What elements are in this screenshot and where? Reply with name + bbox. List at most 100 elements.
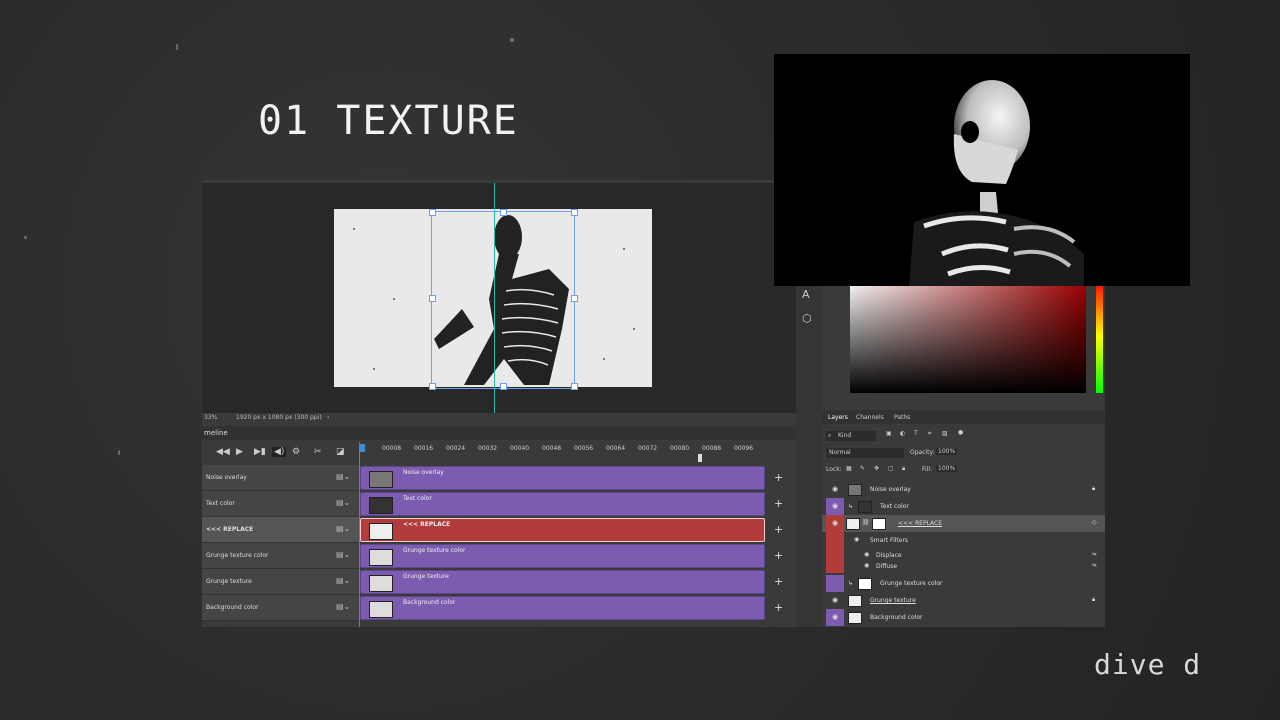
- character-icon[interactable]: A: [802, 288, 810, 301]
- transform-handle[interactable]: [500, 383, 507, 390]
- transform-handle[interactable]: [500, 209, 507, 216]
- visibility-eye-icon[interactable]: ◉: [864, 562, 869, 569]
- visibility-eye-icon[interactable]: ◉: [826, 515, 844, 532]
- add-media-icon[interactable]: +: [774, 575, 783, 588]
- transform-handle[interactable]: [571, 383, 578, 390]
- filter-type-icon[interactable]: T: [914, 430, 918, 437]
- timeline-panel-tab[interactable]: meline: [204, 426, 228, 440]
- add-media-icon[interactable]: +: [774, 523, 783, 536]
- visibility-eye-icon[interactable]: ◉: [826, 592, 844, 609]
- filter-row[interactable]: ◉ Diffuse ≒: [822, 558, 1105, 575]
- track-header[interactable]: Noise overlay ▤⌄: [202, 465, 360, 491]
- hue-slider[interactable]: [1096, 280, 1103, 393]
- color-picker-field[interactable]: [850, 280, 1086, 393]
- visibility-eye-icon[interactable]: ◉: [854, 536, 859, 543]
- lock-artboard-icon[interactable]: ▢: [888, 465, 894, 472]
- track-header[interactable]: Grunge texture ▤⌄: [202, 569, 360, 595]
- transform-handle[interactable]: [571, 295, 578, 302]
- transition-icon[interactable]: ◪: [336, 447, 345, 457]
- add-media-icon[interactable]: +: [774, 471, 783, 484]
- layer-row[interactable]: ↳ Grunge texture color: [822, 575, 1105, 592]
- timeline-clip[interactable]: Grunge texture: [360, 570, 765, 594]
- film-strip-icon[interactable]: ▤⌄: [336, 498, 350, 507]
- blend-opacity-row: Normal Opacity: 100%: [822, 445, 1105, 461]
- timeline-clip[interactable]: Noise overlay: [360, 466, 765, 490]
- timeline-clip[interactable]: Background color: [360, 596, 765, 620]
- film-strip-icon[interactable]: ▤⌄: [336, 472, 350, 481]
- background-speck: [24, 236, 27, 239]
- filter-options-icon[interactable]: ≒: [1092, 551, 1097, 558]
- canvas-guide-line[interactable]: [494, 183, 495, 418]
- filter-kind-select[interactable]: ⌕ Kind: [826, 431, 876, 441]
- visibility-eye-icon[interactable]: ◉: [826, 481, 844, 498]
- smart-object-icon: ◇: [1092, 519, 1097, 526]
- audio-icon[interactable]: ◀): [272, 447, 287, 457]
- layer-row[interactable]: ◉ ↳ Text color: [822, 498, 1105, 515]
- filter-pixel-icon[interactable]: ▣: [886, 430, 892, 437]
- filter-toggle-icon[interactable]: ●: [958, 429, 963, 436]
- skeleton-render: [909, 80, 1084, 286]
- lock-pixels-icon[interactable]: ▦: [846, 465, 852, 472]
- lock-position-icon[interactable]: ✥: [874, 465, 879, 472]
- track-header[interactable]: Text color ▤⌄: [202, 491, 360, 517]
- track-header[interactable]: Grunge texture color ▤⌄: [202, 543, 360, 569]
- fill-input[interactable]: 100%: [936, 465, 958, 472]
- next-frame-icon[interactable]: ▶▮: [254, 447, 266, 457]
- timeline-track: Grunge texture color ▤⌄ Grunge texture c…: [202, 543, 796, 569]
- add-media-icon[interactable]: +: [774, 549, 783, 562]
- layer-name: Background color: [870, 614, 923, 621]
- layer-row-selected[interactable]: ◉ ⛓ <<< REPLACE ◇: [822, 515, 1105, 532]
- play-icon[interactable]: ▶: [236, 447, 243, 457]
- timeline-clip[interactable]: Text color: [360, 492, 765, 516]
- timeline-clip-selected[interactable]: <<< REPLACE: [360, 518, 765, 542]
- canvas-status-bar: 33% 1920 px x 1080 px (300 ppi) ›: [202, 413, 796, 423]
- transform-handle[interactable]: [429, 295, 436, 302]
- clipping-mask-icon: ↳: [848, 503, 854, 510]
- layer-row[interactable]: ◉ Noise overlay 🔒︎: [822, 481, 1105, 498]
- visibility-eye-icon[interactable]: ◉: [826, 498, 844, 515]
- transform-handle[interactable]: [429, 209, 436, 216]
- lock-brush-icon[interactable]: ✎: [860, 465, 865, 472]
- track-header[interactable]: Background color ▤⌄: [202, 595, 360, 621]
- opacity-label: Opacity:: [910, 449, 935, 456]
- film-strip-icon[interactable]: ▤⌄: [336, 524, 350, 533]
- film-strip-icon[interactable]: ▤⌄: [336, 576, 350, 585]
- opacity-input[interactable]: 100%: [936, 448, 958, 455]
- timeline-ruler[interactable]: 00008 00016 00024 00032 00040 00048 0005…: [360, 442, 796, 464]
- chevron-right-icon[interactable]: ›: [327, 413, 329, 423]
- playhead-line[interactable]: [359, 442, 360, 627]
- transform-bounding-box[interactable]: [431, 211, 575, 389]
- canvas-area[interactable]: [202, 183, 796, 418]
- visibility-eye-icon[interactable]: ◉: [826, 609, 844, 626]
- filter-adjustment-icon[interactable]: ◐: [900, 430, 905, 437]
- tab-channels[interactable]: Channels: [856, 414, 884, 421]
- playhead-handle[interactable]: [360, 444, 365, 452]
- visibility-eye-icon[interactable]: [826, 575, 844, 592]
- settings-gear-icon[interactable]: ⚙: [292, 447, 300, 457]
- zoom-level[interactable]: 33%: [204, 413, 217, 423]
- ruler-tick: 00096: [734, 445, 754, 452]
- visibility-eye-icon[interactable]: ◉: [864, 551, 869, 558]
- work-area-end-handle[interactable]: [698, 454, 702, 462]
- layer-row[interactable]: ◉ Grunge texture 🔒︎: [822, 592, 1105, 609]
- timeline-clip[interactable]: Grunge texture color: [360, 544, 765, 568]
- add-media-icon[interactable]: +: [774, 601, 783, 614]
- ruler-tick: 00056: [574, 445, 594, 452]
- lock-all-icon[interactable]: 🔒︎: [902, 465, 905, 473]
- tab-paths[interactable]: Paths: [894, 414, 910, 421]
- 3d-cube-icon[interactable]: ⬡: [802, 312, 812, 325]
- film-strip-icon[interactable]: ▤⌄: [336, 550, 350, 559]
- transform-handle[interactable]: [571, 209, 578, 216]
- layer-row[interactable]: ◉ Background color: [822, 609, 1105, 626]
- track-header[interactable]: <<< REPLACE ▤⌄: [202, 517, 360, 543]
- scissors-icon[interactable]: ✂: [314, 447, 322, 457]
- blend-mode-select[interactable]: Normal: [826, 448, 904, 458]
- tab-layers[interactable]: Layers: [828, 414, 848, 421]
- filter-shape-icon[interactable]: ⌗: [928, 430, 931, 438]
- add-media-icon[interactable]: +: [774, 497, 783, 510]
- transform-handle[interactable]: [429, 383, 436, 390]
- film-strip-icon[interactable]: ▤⌄: [336, 602, 350, 611]
- filter-options-icon[interactable]: ≒: [1092, 562, 1097, 569]
- filter-smart-object-icon[interactable]: ▨: [942, 430, 948, 437]
- first-frame-icon[interactable]: ◀◀: [216, 447, 230, 457]
